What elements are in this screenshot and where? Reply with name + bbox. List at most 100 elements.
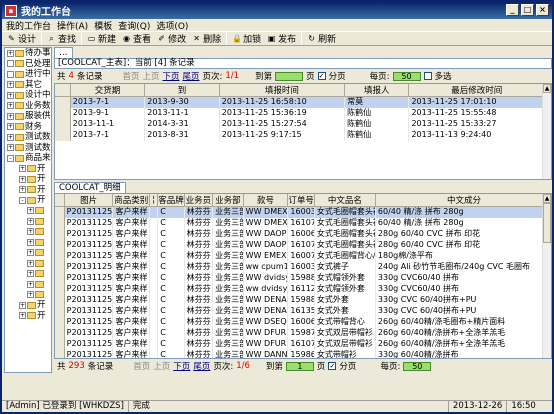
table-row[interactable]: P201311250226 8客户来样 C林芬芬业务三部WW EMEXICO160… [55, 250, 551, 262]
tree-item[interactable]: + [5, 237, 51, 248]
next-page-link[interactable]: 下页 [162, 70, 179, 82]
tree-item[interactable]: + [5, 279, 51, 290]
tree-item[interactable]: + 开 [5, 311, 51, 322]
goto-page-input[interactable]: 1 [285, 361, 314, 371]
per-page-input[interactable]: 50 [392, 71, 421, 81]
tree-item[interactable]: + 待办事 [5, 48, 51, 59]
tree-item[interactable]: -开 [5, 195, 51, 206]
table-cell-dropdown[interactable] [149, 338, 159, 350]
table-cell-dropdown[interactable] [149, 294, 159, 306]
minimize-button[interactable]: _ [506, 4, 519, 16]
row-header[interactable] [55, 305, 65, 317]
row-header[interactable] [55, 129, 71, 141]
table-cell-dropdown[interactable] [149, 239, 159, 251]
column-header[interactable]: 客品牌 [157, 194, 185, 207]
menu-item[interactable]: 模板 [94, 19, 112, 32]
tree-item[interactable]: + [5, 290, 51, 301]
row-header[interactable] [55, 316, 65, 328]
multi-select-checkbox[interactable] [423, 72, 432, 80]
table-row[interactable]: 2013-11-1 2014-3-31 2013-11-25 15:27:54 陈鹤仙… [55, 118, 545, 130]
row-header[interactable] [55, 228, 65, 240]
tree-expander-icon[interactable]: + [27, 259, 34, 267]
main-table-scrollbar[interactable]: ▲ [542, 84, 551, 179]
tree-expander-icon[interactable]: + [27, 238, 34, 246]
tree-item[interactable]: - 商品来 [5, 153, 51, 164]
row-header[interactable] [55, 107, 71, 119]
toolbar-button[interactable]: 🔒 加锁 [229, 32, 264, 45]
tree-expander-icon[interactable] [7, 70, 14, 78]
tree-expander-icon[interactable]: + [27, 228, 34, 236]
table-cell-dropdown[interactable] [149, 283, 159, 295]
column-header[interactable]: 最后修改时间 [408, 84, 545, 97]
tree-item[interactable]: + 开 [5, 185, 51, 196]
tree-expander-icon[interactable]: + [7, 133, 14, 141]
row-header[interactable] [55, 239, 65, 251]
toolbar-button[interactable]: ✐ 修改 [154, 32, 189, 45]
tree-expander-icon[interactable]: + [19, 301, 26, 309]
tree-expander-icon[interactable]: + [7, 144, 14, 152]
table-row[interactable]: P201311250226 4客户来样 C林芬芬业务三部WW DMEXICO160… [55, 206, 551, 218]
next-page-link[interactable]: 下页 [173, 360, 190, 372]
tree-item[interactable]: + 测试数 [5, 143, 51, 154]
tree-item[interactable]: + [5, 227, 51, 238]
table-row[interactable]: 2013-9-1 2013-11-1 2013-11-25 15:36:19 陈鹤仙 2… [55, 107, 545, 119]
detail-table-scrollbar[interactable]: ▲ [542, 194, 551, 358]
prev-page-link[interactable]: 上页 [153, 360, 170, 372]
tree-expander-icon[interactable]: + [7, 123, 14, 131]
toolbar-button[interactable]: ◉ 查看 [119, 32, 154, 45]
tree-item[interactable]: + [5, 269, 51, 280]
table-row[interactable]: P201311250227 7客户来样 C林芬芬业务三部WW DANNIES159… [55, 349, 551, 358]
table-row[interactable]: P201311250226 5客户来样 C林芬芬业务三部WW DMEXICO161… [55, 217, 551, 229]
table-row[interactable]: P201311250227 5客户来样 C林芬芬业务三部WW DFURRY 131… [55, 327, 551, 339]
table-cell-dropdown[interactable] [149, 206, 159, 218]
menu-item[interactable]: 操作(A) [57, 19, 88, 32]
toolbar-button[interactable]: ✎ 设计 [4, 32, 39, 45]
prev-page-link[interactable]: 上页 [142, 70, 159, 82]
table-row[interactable]: P201311250226 6客户来样 C林芬芬业务三部WW DAOP160060… [55, 228, 551, 240]
column-header[interactable]: 到 [144, 84, 220, 97]
table-cell-dropdown[interactable] [149, 327, 159, 339]
column-header[interactable]: 填报人 [344, 84, 410, 97]
tree-expander-icon[interactable]: + [19, 312, 26, 320]
table-cell-dropdown[interactable] [149, 305, 159, 317]
tree-item[interactable]: + [5, 248, 51, 259]
tab-main[interactable]: … [54, 47, 73, 58]
table-cell-dropdown[interactable] [149, 228, 159, 240]
first-page-link[interactable]: 首页 [122, 70, 139, 82]
tree-expander-icon[interactable]: - [19, 196, 26, 204]
table-row[interactable]: P201311250226 7客户来样 C林芬芬业务三部WW DAOP161070… [55, 239, 551, 251]
table-row[interactable]: 2013-7-1 2013-8-31 2013-11-25 9:17:15 陈鹤仙 20… [55, 129, 545, 141]
menu-item[interactable]: 查询(Q) [118, 19, 150, 32]
table-cell-dropdown[interactable] [149, 272, 159, 284]
row-header[interactable] [55, 283, 65, 295]
tree-item[interactable]: + 其它 [5, 80, 51, 91]
tree-item[interactable]: + 业务数 [5, 101, 51, 112]
last-page-link[interactable]: 尾页 [183, 70, 200, 82]
row-header[interactable] [55, 327, 65, 339]
tree-item[interactable]: + 设计中 [5, 90, 51, 101]
close-button[interactable]: × [536, 4, 549, 16]
tree-expander-icon[interactable]: + [19, 186, 26, 194]
paging-checkbox[interactable]: ✓ [317, 72, 326, 80]
tree-item[interactable]: + 开 [5, 164, 51, 175]
tree-expander-icon[interactable]: + [7, 112, 14, 120]
table-row[interactable]: P201311250227 2客户来样 C林芬芬业务三部WW DENAS15988… [55, 294, 551, 306]
tree-item[interactable]: 已处理 [5, 59, 51, 70]
row-header[interactable] [55, 349, 65, 358]
tree-expander-icon[interactable]: + [7, 49, 14, 57]
column-header[interactable]: 中文品名 [314, 194, 376, 207]
tree-expander-icon[interactable]: + [27, 291, 34, 299]
last-page-link[interactable]: 尾页 [193, 360, 210, 372]
tree-item[interactable]: + [5, 206, 51, 217]
column-header[interactable]: 业务员 [184, 194, 214, 207]
table-row[interactable]: P201311250227 1客户来样 C林芬芬业务三部ww dvidsys161… [55, 283, 551, 295]
column-header[interactable]: 图片 [64, 194, 114, 207]
column-header[interactable]: 款号 [243, 194, 289, 207]
tree-expander-icon[interactable]: + [27, 270, 34, 278]
tree-expander-icon[interactable]: + [7, 91, 14, 99]
tree-item[interactable]: + 开 [5, 300, 51, 311]
table-row[interactable]: P201311250227 6客户来样 C林芬芬业务三部WW DFURRY 131… [55, 338, 551, 350]
paging-checkbox[interactable]: ✓ [328, 362, 337, 370]
column-header[interactable]: 填报时间 [219, 84, 346, 97]
toolbar-button[interactable]: ▭ 新建 [84, 32, 119, 45]
